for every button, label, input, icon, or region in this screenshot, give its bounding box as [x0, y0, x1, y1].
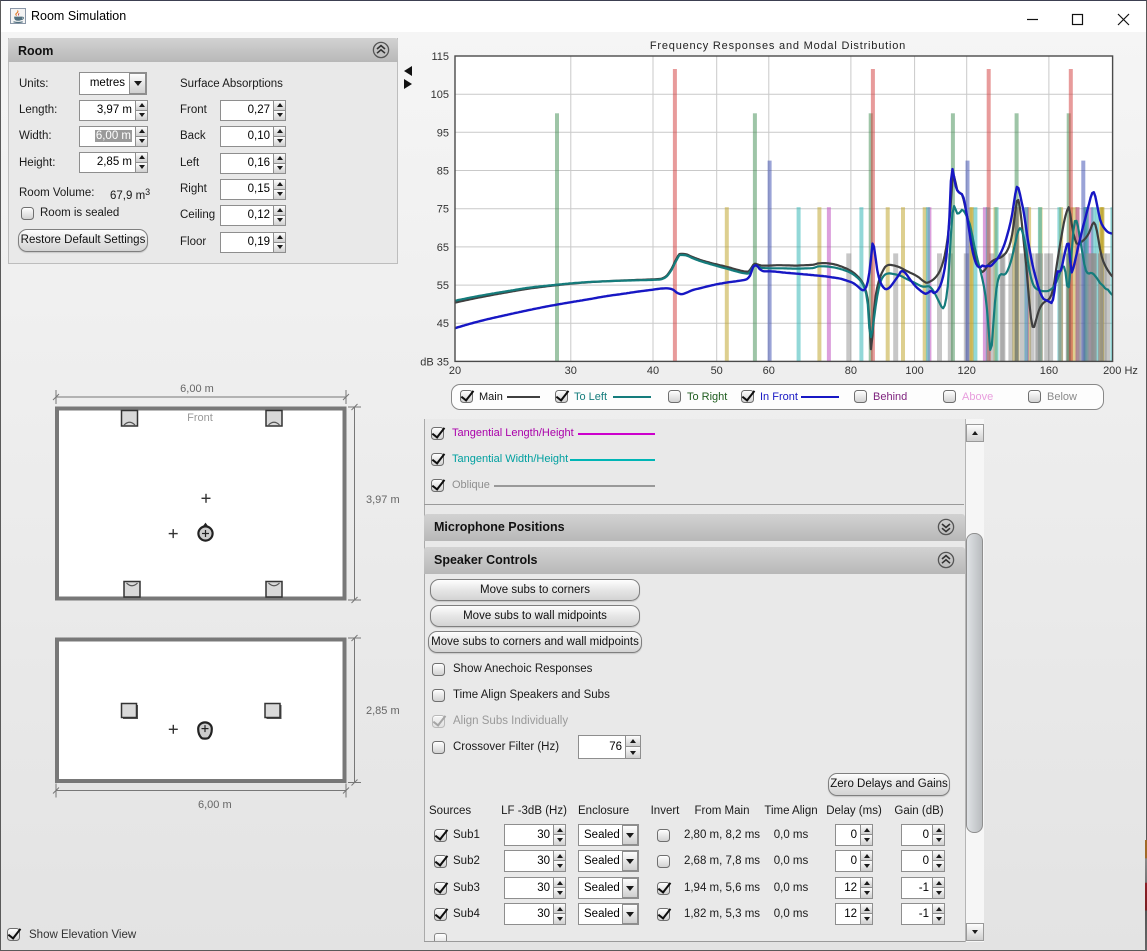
svg-text:20: 20	[449, 365, 461, 377]
svg-text:2,85 m: 2,85 m	[366, 705, 400, 717]
svg-text:3,97 m: 3,97 m	[366, 494, 400, 506]
svg-text:45: 45	[437, 318, 449, 330]
svg-text:40: 40	[647, 365, 659, 377]
svg-text:115: 115	[431, 51, 449, 63]
svg-text:30: 30	[565, 365, 577, 377]
svg-text:dB 35: dB 35	[420, 356, 449, 368]
svg-text:6,00 m: 6,00 m	[198, 799, 232, 811]
svg-text:55: 55	[437, 280, 449, 292]
svg-text:6,00 m: 6,00 m	[180, 383, 214, 395]
svg-text:65: 65	[437, 242, 449, 254]
svg-text:105: 105	[431, 89, 449, 101]
svg-text:95: 95	[437, 127, 449, 139]
svg-text:120: 120	[958, 365, 976, 377]
svg-text:60: 60	[763, 365, 775, 377]
svg-text:Front: Front	[187, 412, 213, 424]
svg-text:85: 85	[437, 166, 449, 178]
svg-text:200 Hz: 200 Hz	[1103, 365, 1138, 377]
svg-text:50: 50	[711, 365, 723, 377]
svg-text:160: 160	[1040, 365, 1058, 377]
svg-text:80: 80	[845, 365, 857, 377]
svg-text:Frequency Responses and Modal: Frequency Responses and Modal Distributi…	[650, 40, 906, 52]
svg-text:75: 75	[437, 204, 449, 216]
svg-text:100: 100	[905, 365, 923, 377]
